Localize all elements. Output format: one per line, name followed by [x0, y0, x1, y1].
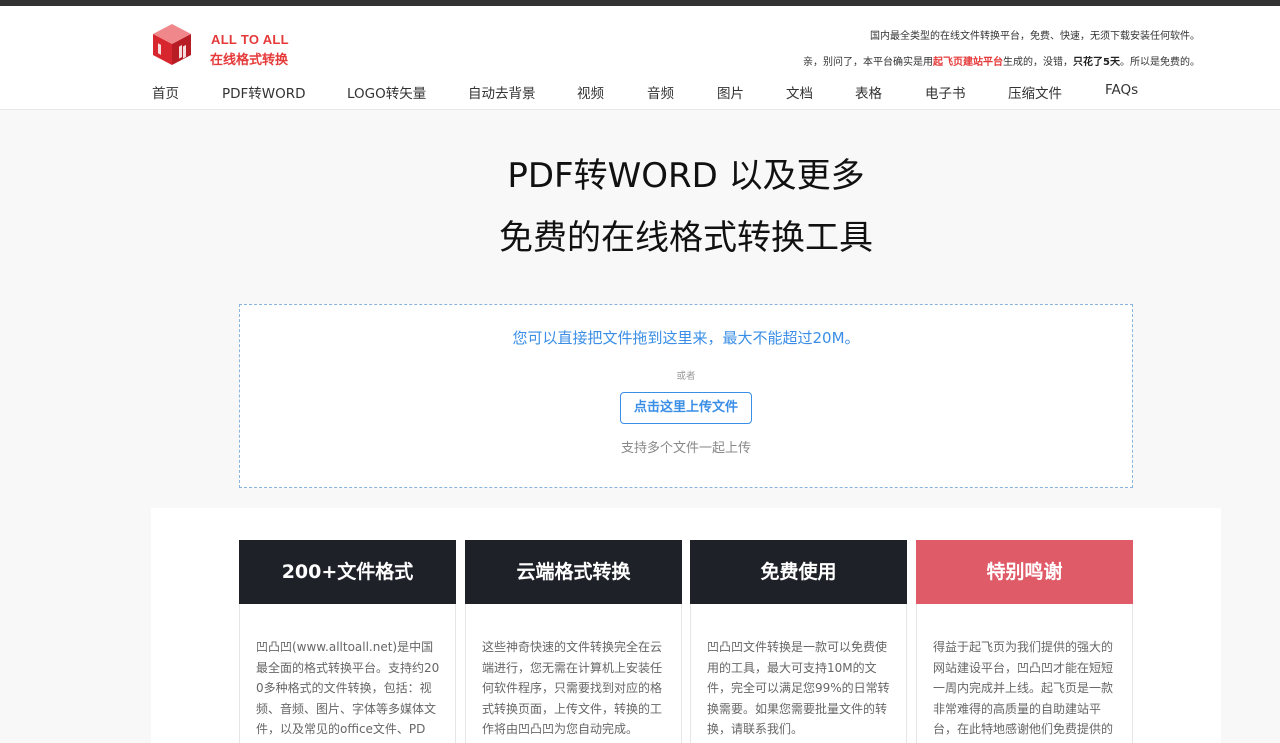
feature-card-thanks: 特别鸣谢 得益于起飞页为我们提供的强大的网站建设平台，凹凸凹才能在短短一周内完成… [916, 540, 1133, 743]
nav-item-document[interactable]: 文档 [786, 82, 813, 102]
upload-button[interactable]: 点击这里上传文件 [620, 392, 752, 424]
nav-item-ebook[interactable]: 电子书 [925, 82, 966, 102]
brand-name-en[interactable]: ALL TO ALL [211, 32, 289, 47]
nav-item-spreadsheet[interactable]: 表格 [855, 82, 882, 102]
nav-item-pdf-to-word[interactable]: PDF转WORD [222, 82, 306, 102]
feature-title: 免费使用 [690, 540, 907, 604]
feature-body: 这些神奇快速的文件转换完全在云端进行，您无需在计算机上安装任何软件程序，只需要找… [482, 640, 663, 736]
feature-body: 得益于起飞页为我们提供的强大的网站建设平台，凹凸凹才能在短短一周内完成并上线。起… [933, 640, 1114, 736]
feature-title: 200+文件格式 [239, 540, 456, 604]
feature-title: 云端格式转换 [465, 540, 682, 604]
nav-item-video[interactable]: 视频 [577, 82, 604, 102]
dropzone-or: 或者 [676, 371, 696, 382]
header-credit: 亲，别问了，本平台确实是用起飞页建站平台生成的，没错，只花了5天。所以是免费的。 [803, 53, 1200, 68]
feature-body: 凹凸凹文件转换是一款可以免费使用的工具，最大可支持10M的文件，完全可以满足您9… [707, 640, 890, 736]
nav-item-home[interactable]: 首页 [152, 82, 179, 102]
nav-item-faqs[interactable]: FAQs [1105, 82, 1138, 98]
dropzone-hint: 您可以直接把文件拖到这里来，最大不能超过20M。 [512, 329, 860, 347]
brand-name-cn[interactable]: 在线格式转换 [210, 49, 288, 68]
file-dropzone[interactable]: 您可以直接把文件拖到这里来，最大不能超过20M。 或者 点击这里上传文件 支持多… [239, 304, 1133, 488]
feature-body: 凹凸凹(www.alltoall.net)是中国最全面的格式转换平台。支持约20… [256, 640, 440, 743]
feature-card-cloud: 云端格式转换 这些神奇快速的文件转换完全在云端进行，您无需在计算机上安装任何软件… [465, 540, 682, 743]
credit-mid: 生成的，没错， [1003, 57, 1074, 68]
feature-card-formats: 200+文件格式 凹凸凹(www.alltoall.net)是中国最全面的格式转… [239, 540, 456, 743]
feature-card-free: 免费使用 凹凸凹文件转换是一款可以免费使用的工具，最大可支持10M的文件，完全可… [690, 540, 907, 743]
site-header: ALL TO ALL 在线格式转换 国内最全类型的在线文件转换平台，免费、快速，… [0, 6, 1280, 110]
hero-title: PDF转WORD 以及更多 [507, 156, 865, 196]
nav-item-image[interactable]: 图片 [717, 82, 744, 102]
credit-suffix: 。所以是免费的。 [1120, 57, 1200, 68]
nav-item-logo-vector[interactable]: LOGO转矢量 [347, 82, 426, 102]
header-tagline: 国内最全类型的在线文件转换平台，免费、快速，无须下载安装任何软件。 [870, 31, 1200, 42]
credit-link[interactable]: 起飞页建站平台 [933, 57, 1003, 68]
credit-bold: 只花了5天 [1073, 57, 1120, 68]
nav-item-audio[interactable]: 音频 [647, 82, 674, 102]
dropzone-multi-note: 支持多个文件一起上传 [620, 441, 751, 456]
credit-prefix: 亲，别问了，本平台确实是用 [803, 57, 934, 68]
cube-logo-icon[interactable] [150, 22, 194, 66]
features-section: 200+文件格式 凹凸凹(www.alltoall.net)是中国最全面的格式转… [151, 508, 1221, 743]
nav-item-archive[interactable]: 压缩文件 [1008, 82, 1062, 102]
main-nav: 首页 PDF转WORD LOGO转矢量 自动去背景 视频 音频 图片 文档 表格… [0, 82, 1280, 106]
feature-title: 特别鸣谢 [916, 540, 1133, 604]
hero-subtitle: 免费的在线格式转换工具 [499, 218, 873, 258]
nav-item-remove-background[interactable]: 自动去背景 [468, 82, 536, 102]
